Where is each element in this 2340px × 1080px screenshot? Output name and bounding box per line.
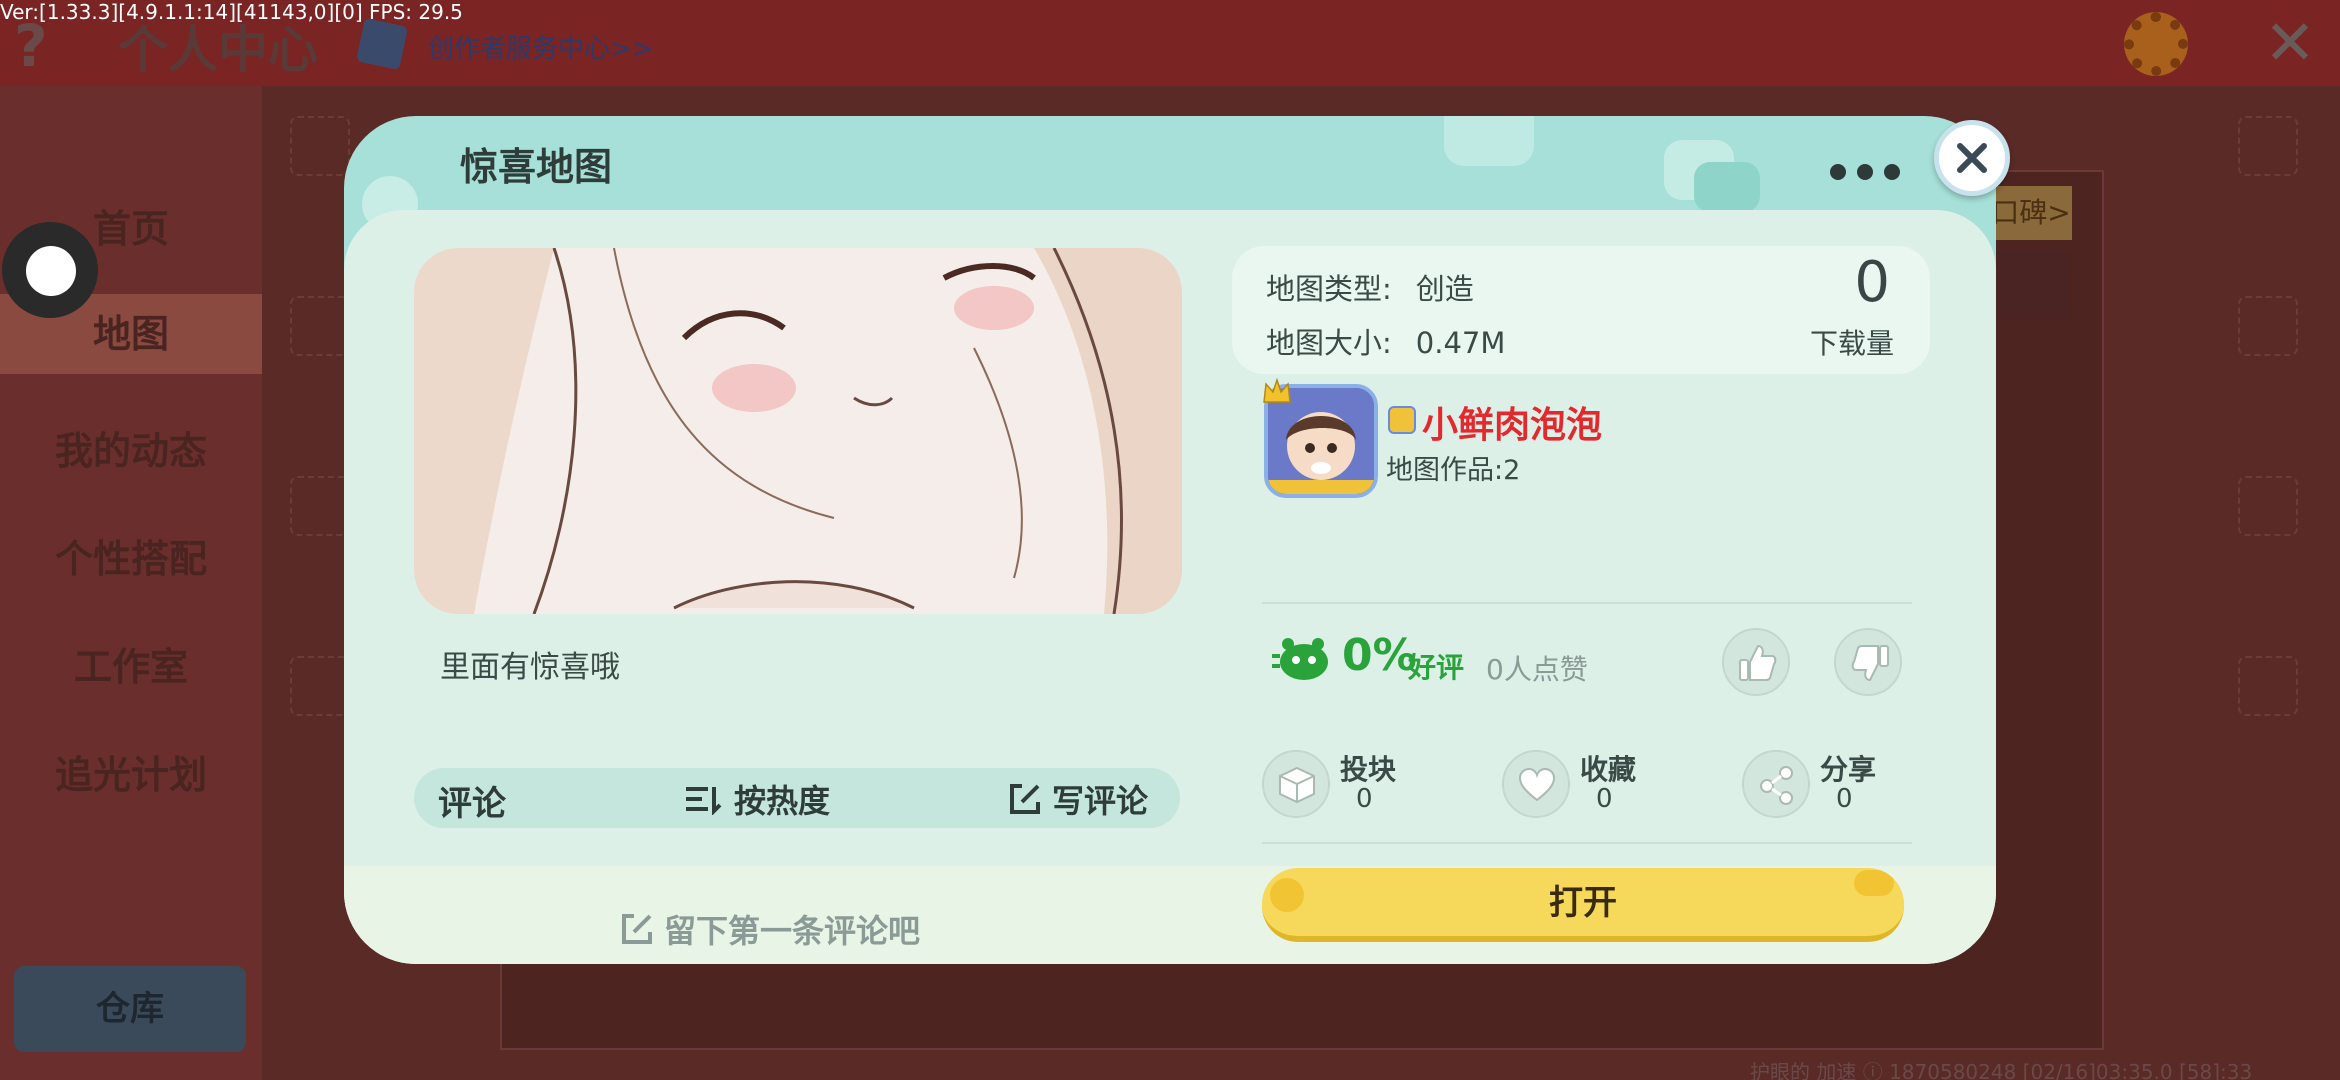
block-icon-button[interactable] bbox=[1262, 750, 1330, 818]
close-icon bbox=[1957, 143, 1987, 173]
map-type-value: 创造 bbox=[1415, 272, 1474, 306]
bg-tile bbox=[290, 116, 350, 176]
thumbs-down-button[interactable] bbox=[1834, 628, 1902, 696]
decoration bbox=[1444, 116, 1534, 166]
comments-label: 评论 bbox=[438, 784, 506, 824]
action-share[interactable]: 分享 0 bbox=[1742, 740, 1962, 820]
author-level-badge-icon bbox=[1388, 406, 1416, 434]
rating-percent: 0% bbox=[1342, 630, 1417, 681]
sort-by-popularity-button[interactable]: 按热度 bbox=[684, 776, 830, 822]
write-comment-label: 写评论 bbox=[1052, 782, 1149, 820]
reputation-link[interactable]: 口碑> bbox=[1990, 186, 2072, 240]
map-type-row: 地图类型: 创造 bbox=[1266, 266, 1474, 308]
map-size-label: 地图大小: bbox=[1266, 326, 1392, 360]
heart-icon-button[interactable] bbox=[1502, 750, 1570, 818]
sidebar-item-studio[interactable]: 工作室 bbox=[0, 636, 262, 691]
fps-debug-text: Ver:[1.33.3][4.9.1.1:14][41143,0][0] FPS… bbox=[0, 0, 463, 24]
map-thumbnail-illustration bbox=[414, 248, 1182, 614]
decoration bbox=[1854, 870, 1894, 896]
gear-icon[interactable] bbox=[2124, 12, 2188, 76]
sidebar-item-chase-light[interactable]: 追光计划 bbox=[0, 744, 262, 799]
edit-icon bbox=[1010, 784, 1040, 814]
share-label: 分享 bbox=[1820, 753, 1877, 786]
warehouse-button[interactable]: 仓库 bbox=[14, 966, 246, 1052]
action-vote-block[interactable]: 投块 0 bbox=[1262, 740, 1482, 820]
floating-assist-button[interactable] bbox=[2, 222, 98, 318]
bg-tile bbox=[2238, 296, 2298, 356]
comment-toolbar: 评论 按热度 写评论 bbox=[414, 768, 1180, 828]
vote-block-label: 投块 bbox=[1340, 753, 1397, 786]
empty-comment-prompt[interactable]: 留下第一条评论吧 bbox=[620, 906, 920, 952]
bg-tile bbox=[290, 296, 350, 356]
decoration bbox=[1694, 162, 1760, 212]
open-map-label: 打开 bbox=[1549, 883, 1617, 923]
sidebar-item-my-feed[interactable]: 我的动态 bbox=[0, 420, 262, 475]
bg-tile bbox=[290, 476, 350, 536]
write-comment-button[interactable]: 写评论 bbox=[1008, 776, 1148, 822]
share-icon bbox=[1760, 766, 1793, 805]
thumbs-up-icon bbox=[1739, 644, 1777, 681]
divider bbox=[1262, 842, 1912, 844]
author-works-count: 地图作品:2 bbox=[1386, 455, 1521, 486]
heart-icon bbox=[1518, 767, 1556, 802]
open-map-button[interactable]: 打开 bbox=[1262, 868, 1904, 942]
map-thumbnail[interactable] bbox=[414, 248, 1182, 614]
sidebar-item-outfit[interactable]: 个性搭配 bbox=[0, 528, 262, 583]
likes-count: 0人点赞 bbox=[1486, 653, 1588, 686]
thumbs-up-button[interactable] bbox=[1722, 628, 1790, 696]
map-description: 里面有惊喜哦 bbox=[440, 650, 620, 685]
dialog-title: 惊喜地图 bbox=[460, 145, 613, 189]
block-icon bbox=[1279, 766, 1315, 804]
more-options-icon[interactable] bbox=[1830, 160, 1900, 184]
map-detail-dialog: 惊喜地图 里面有惊喜哦 评论 按热度 写评论 留下第一条评论吧 地图类型: 创造… bbox=[344, 116, 1996, 964]
download-count: 0 bbox=[1854, 250, 1890, 315]
bg-tile bbox=[2238, 476, 2298, 536]
share-count: 0 bbox=[1836, 784, 1853, 814]
close-dialog-button[interactable] bbox=[1934, 120, 2010, 196]
close-page-icon[interactable]: ✕ bbox=[2264, 6, 2316, 79]
rating-mascot-icon bbox=[1272, 638, 1328, 680]
map-info-box: 地图类型: 创造 地图大小: 0.47M 0 下载量 bbox=[1232, 246, 1930, 374]
author-name[interactable]: 小鲜肉泡泡 bbox=[1422, 396, 1602, 448]
map-size-row: 地图大小: 0.47M bbox=[1266, 320, 1505, 362]
assist-dot-icon bbox=[26, 246, 76, 296]
map-type-label: 地图类型: bbox=[1266, 272, 1392, 306]
crown-icon bbox=[1263, 378, 1291, 403]
dropdown-toggle[interactable] bbox=[1990, 252, 2072, 320]
rating-word: 好评 bbox=[1408, 651, 1465, 684]
divider bbox=[1262, 602, 1912, 604]
thumbs-down-icon bbox=[1851, 645, 1889, 682]
footer-status: 护眼的 加速 ⓘ 1870580248 [02/16]03:35.0 [58]:… bbox=[1750, 1060, 2253, 1080]
map-size-value: 0.47M bbox=[1415, 326, 1506, 360]
creator-service-link[interactable]: 创作者服务中心>> bbox=[428, 28, 654, 65]
favorite-label: 收藏 bbox=[1580, 753, 1637, 786]
sort-label: 按热度 bbox=[734, 782, 831, 820]
bg-tile bbox=[290, 656, 350, 716]
sort-icon bbox=[686, 787, 722, 815]
vote-block-count: 0 bbox=[1356, 784, 1373, 814]
favorite-count: 0 bbox=[1596, 784, 1613, 814]
decoration bbox=[1270, 878, 1304, 912]
action-favorite[interactable]: 收藏 0 bbox=[1502, 740, 1722, 820]
creator-cube-icon bbox=[355, 17, 409, 71]
bg-tile bbox=[2238, 656, 2298, 716]
edit-icon bbox=[622, 914, 652, 944]
bg-tile bbox=[2238, 116, 2298, 176]
share-icon-button[interactable] bbox=[1742, 750, 1810, 818]
download-label: 下载量 bbox=[1809, 327, 1894, 360]
empty-comment-text: 留下第一条评论吧 bbox=[664, 912, 921, 950]
